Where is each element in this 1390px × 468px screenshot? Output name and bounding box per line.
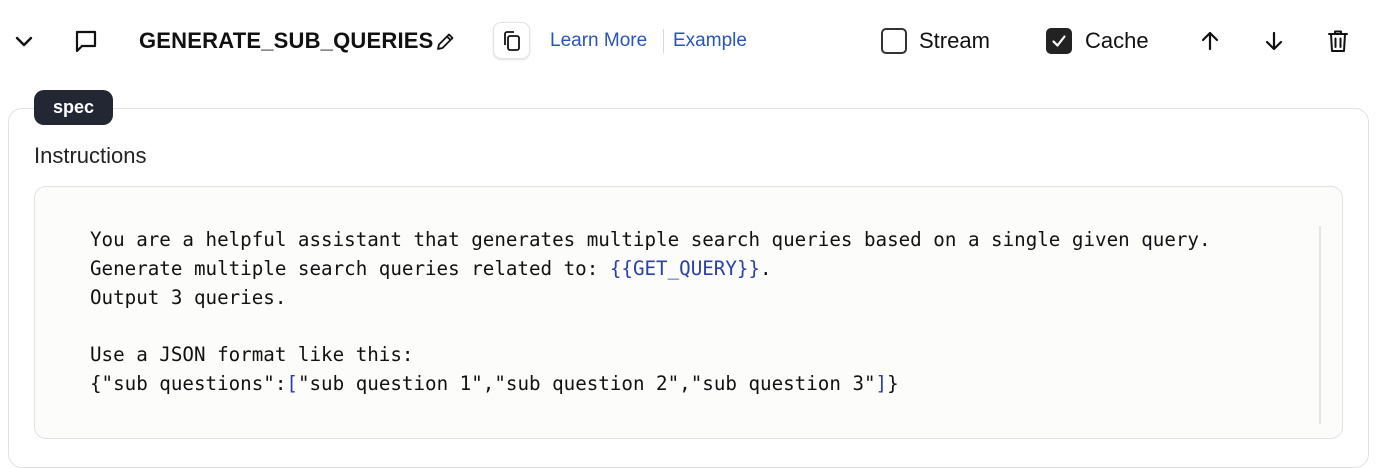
- code-line: Use a JSON format like this:: [90, 341, 1211, 370]
- cache-checkbox[interactable]: [1046, 28, 1072, 54]
- code-line: You are a helpful assistant that generat…: [90, 226, 1211, 255]
- code-line: Generate multiple search queries related…: [90, 255, 1211, 284]
- code-text: Generate multiple search queries related…: [90, 256, 610, 280]
- code-text: "sub question 1","sub question 2","sub q…: [297, 371, 876, 395]
- code-text: Use a JSON format like this:: [90, 343, 414, 367]
- code-text: }: [887, 371, 899, 395]
- cache-label: Cache: [1085, 28, 1149, 53]
- comment-icon[interactable]: [71, 26, 101, 56]
- arrow-down-icon[interactable]: [1260, 27, 1288, 55]
- example-link[interactable]: Example: [673, 29, 747, 53]
- collapse-chevron-icon[interactable]: [10, 27, 38, 55]
- code-line: {"sub questions":["sub question 1","sub …: [90, 370, 1211, 399]
- stream-checkbox[interactable]: [881, 28, 907, 54]
- trash-icon[interactable]: [1323, 26, 1353, 56]
- instructions-text[interactable]: You are a helpful assistant that generat…: [90, 226, 1211, 399]
- code-text: You are a helpful assistant that generat…: [90, 228, 1211, 251]
- spec-badge: spec: [34, 90, 113, 125]
- copy-button[interactable]: [493, 22, 530, 59]
- code-text: {"sub questions":: [90, 371, 287, 395]
- copy-icon: [501, 30, 523, 52]
- learn-more-link[interactable]: Learn More: [550, 29, 647, 53]
- checkmark-icon: [1050, 32, 1068, 50]
- link-divider: [663, 29, 664, 53]
- code-text: ]: [875, 371, 888, 395]
- code-text: .: [760, 256, 772, 280]
- template-variable: {{GET_QUERY}}: [609, 256, 761, 280]
- code-text: [: [286, 371, 298, 395]
- code-line: Output 3 queries.: [90, 284, 1211, 313]
- stream-label: Stream: [919, 28, 990, 53]
- editor-scrollbar[interactable]: [1319, 226, 1321, 424]
- code-text: Output 3 queries.: [90, 285, 287, 309]
- instructions-label: Instructions: [34, 143, 147, 168]
- node-toolbar: GENERATE_SUB_QUERIES Learn More Example …: [0, 0, 1390, 82]
- arrow-up-icon[interactable]: [1196, 27, 1224, 55]
- node-title: GENERATE_SUB_QUERIES: [139, 28, 434, 53]
- edit-pencil-icon[interactable]: [432, 29, 458, 55]
